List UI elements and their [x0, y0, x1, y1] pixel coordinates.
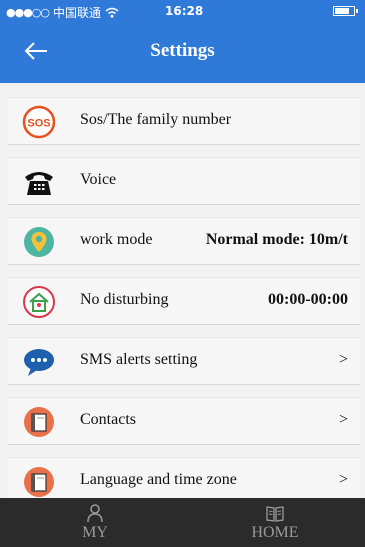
setting-sos-family-number[interactable]: SOS Sos/The family number: [8, 97, 360, 145]
page-title: Settings: [150, 40, 215, 61]
carrier-name: 中国联通: [53, 6, 102, 20]
contacts-book-icon: [24, 407, 54, 437]
svg-text:SOS: SOS: [27, 118, 50, 130]
wifi-icon: [105, 7, 119, 18]
signal-dots-icon: ●●●○○: [6, 6, 50, 19]
setting-language-time-zone[interactable]: Language and time zone >: [8, 457, 360, 498]
setting-label: Voice: [80, 171, 117, 188]
sos-icon: SOS: [22, 105, 56, 139]
tab-bar: MY HOME: [0, 498, 365, 547]
tab-label: MY: [82, 524, 108, 541]
book-icon: [266, 506, 284, 522]
header: Settings: [0, 22, 365, 83]
tab-home[interactable]: HOME: [215, 498, 335, 547]
setting-label: SMS alerts setting: [80, 351, 198, 368]
chevron-right-icon: >: [338, 471, 348, 488]
setting-label: Sos/The family number: [80, 111, 232, 128]
setting-sms-alerts[interactable]: SMS alerts setting >: [8, 337, 360, 385]
chevron-right-icon: >: [338, 411, 348, 428]
setting-no-disturbing[interactable]: No disturbing 00:00-00:00: [8, 277, 360, 325]
language-book-icon: [24, 467, 54, 497]
setting-contacts[interactable]: Contacts >: [8, 397, 360, 445]
work-mode-value: Normal mode: 10m/t: [205, 231, 348, 248]
setting-voice[interactable]: Voice: [8, 157, 360, 205]
chevron-right-icon: >: [338, 351, 348, 368]
setting-label: No disturbing: [80, 291, 169, 308]
tab-my[interactable]: MY: [35, 498, 155, 547]
no-disturb-icon: [23, 286, 55, 318]
location-pin-icon: [24, 227, 54, 257]
setting-work-mode[interactable]: work mode Normal mode: 10m/t: [8, 217, 360, 265]
telephone-icon: [25, 172, 53, 195]
tab-label: HOME: [251, 524, 299, 541]
person-icon: [87, 504, 103, 523]
battery-fill: [335, 8, 350, 14]
status-bar: ●●●○○ 中国联通 16:28: [0, 0, 365, 22]
setting-label: work mode: [80, 231, 153, 248]
status-time: 16:28: [165, 4, 204, 18]
battery-icon: [333, 6, 358, 16]
no-disturb-time-value: 00:00-00:00: [268, 291, 348, 308]
carrier-info: ●●●○○ 中国联通: [6, 4, 119, 21]
settings-list: SOS Sos/The family number Voice work mod…: [0, 83, 365, 498]
setting-label: Contacts: [80, 411, 136, 428]
chat-bubble-icon: [24, 349, 54, 376]
setting-label: Language and time zone: [80, 471, 237, 488]
